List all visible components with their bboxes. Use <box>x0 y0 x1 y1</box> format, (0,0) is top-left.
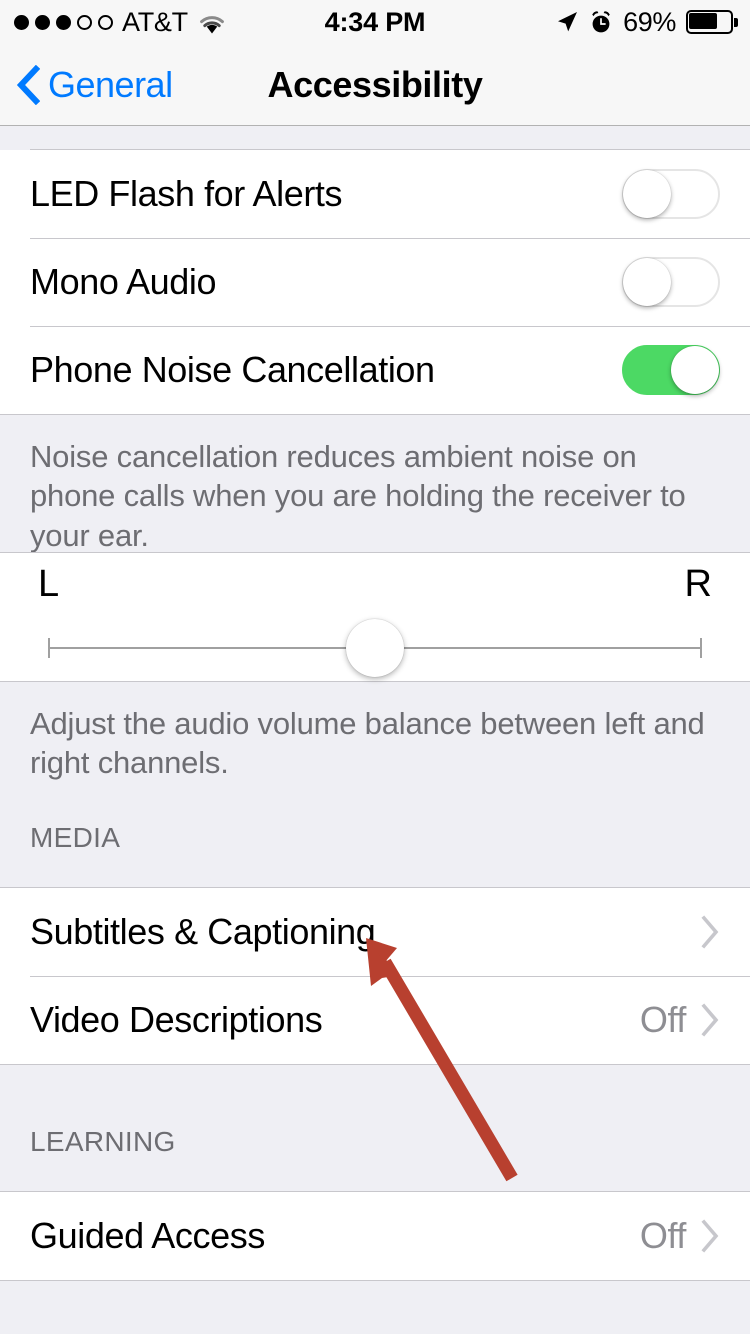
section-header-media: MEDIA <box>0 822 750 866</box>
media-header-spacer <box>0 794 750 822</box>
row-subtitles-and-captioning[interactable]: Subtitles & Captioning <box>0 888 750 976</box>
chevron-right-icon <box>700 1219 720 1253</box>
hearing-cells: LED Flash for Alerts Mono Audio Phone No… <box>0 150 750 414</box>
alarm-clock-icon <box>589 10 613 34</box>
battery-percent-label: 69% <box>623 6 676 37</box>
group-spacer-top <box>0 126 750 149</box>
chevron-right-icon <box>700 915 720 949</box>
media-header-gap <box>0 866 750 888</box>
chevron-right-icon <box>700 1003 720 1037</box>
location-arrow-icon <box>555 10 579 34</box>
learning-header-spacer <box>0 1064 750 1126</box>
learning-header-gap <box>0 1170 750 1192</box>
slider-track-cap-left <box>48 638 50 658</box>
hearing-footer-text: Noise cancellation reduces ambient noise… <box>30 439 686 553</box>
balance-right-label: R <box>684 563 712 605</box>
row-label: Subtitles & Captioning <box>30 911 376 952</box>
learning-cells: Guided Access Off <box>0 1192 750 1280</box>
row-video-descriptions[interactable]: Video Descriptions Off <box>0 976 750 1064</box>
interaction-header-spacer <box>0 1280 750 1334</box>
row-led-flash-for-alerts[interactable]: LED Flash for Alerts <box>0 150 750 238</box>
navigation-bar: General Accessibility <box>0 44 750 126</box>
switch-led-flash-for-alerts[interactable] <box>622 169 720 219</box>
row-accessory <box>686 915 720 949</box>
row-value: Off <box>639 999 687 1040</box>
page-title: Accessibility <box>267 63 483 105</box>
row-accessory: Off <box>640 1215 720 1257</box>
row-phone-noise-cancellation[interactable]: Phone Noise Cancellation <box>0 326 750 414</box>
battery-icon <box>686 10 738 34</box>
balance-footer: Adjust the audio volume balance between … <box>0 682 750 794</box>
section-header-learning: LEARNING <box>0 1126 750 1170</box>
row-label: Phone Noise Cancellation <box>30 349 435 390</box>
switch-mono-audio[interactable] <box>622 257 720 307</box>
status-bar: AT&T 4:34 PM 69% <box>0 0 750 44</box>
row-accessory <box>622 169 720 219</box>
row-accessory <box>622 345 720 395</box>
balance-footer-text: Adjust the audio volume balance between … <box>30 706 705 781</box>
balance-left-label: L <box>38 563 60 605</box>
row-accessory: Off <box>640 999 720 1041</box>
switch-phone-noise-cancellation[interactable] <box>622 345 720 395</box>
hearing-footer: Noise cancellation reduces ambient noise… <box>0 414 750 553</box>
status-bar-right: 69% <box>555 7 738 38</box>
row-value: Off <box>639 1215 687 1256</box>
balance-slider-thumb[interactable] <box>346 619 404 677</box>
media-cells: Subtitles & Captioning Video Description… <box>0 888 750 1064</box>
balance-slider-labels: L R <box>38 563 712 606</box>
iphone-screen: AT&T 4:34 PM 69% General Accessibility L… <box>0 0 750 1334</box>
balance-slider-group: L R <box>0 552 750 682</box>
row-label: Video Descriptions <box>30 999 323 1040</box>
row-label: LED Flash for Alerts <box>30 173 343 214</box>
row-label: Mono Audio <box>30 261 217 302</box>
row-mono-audio[interactable]: Mono Audio <box>0 238 750 326</box>
row-accessory <box>622 257 720 307</box>
slider-track-cap-right <box>700 638 702 658</box>
row-guided-access[interactable]: Guided Access Off <box>0 1192 750 1280</box>
row-label: Guided Access <box>30 1215 265 1256</box>
